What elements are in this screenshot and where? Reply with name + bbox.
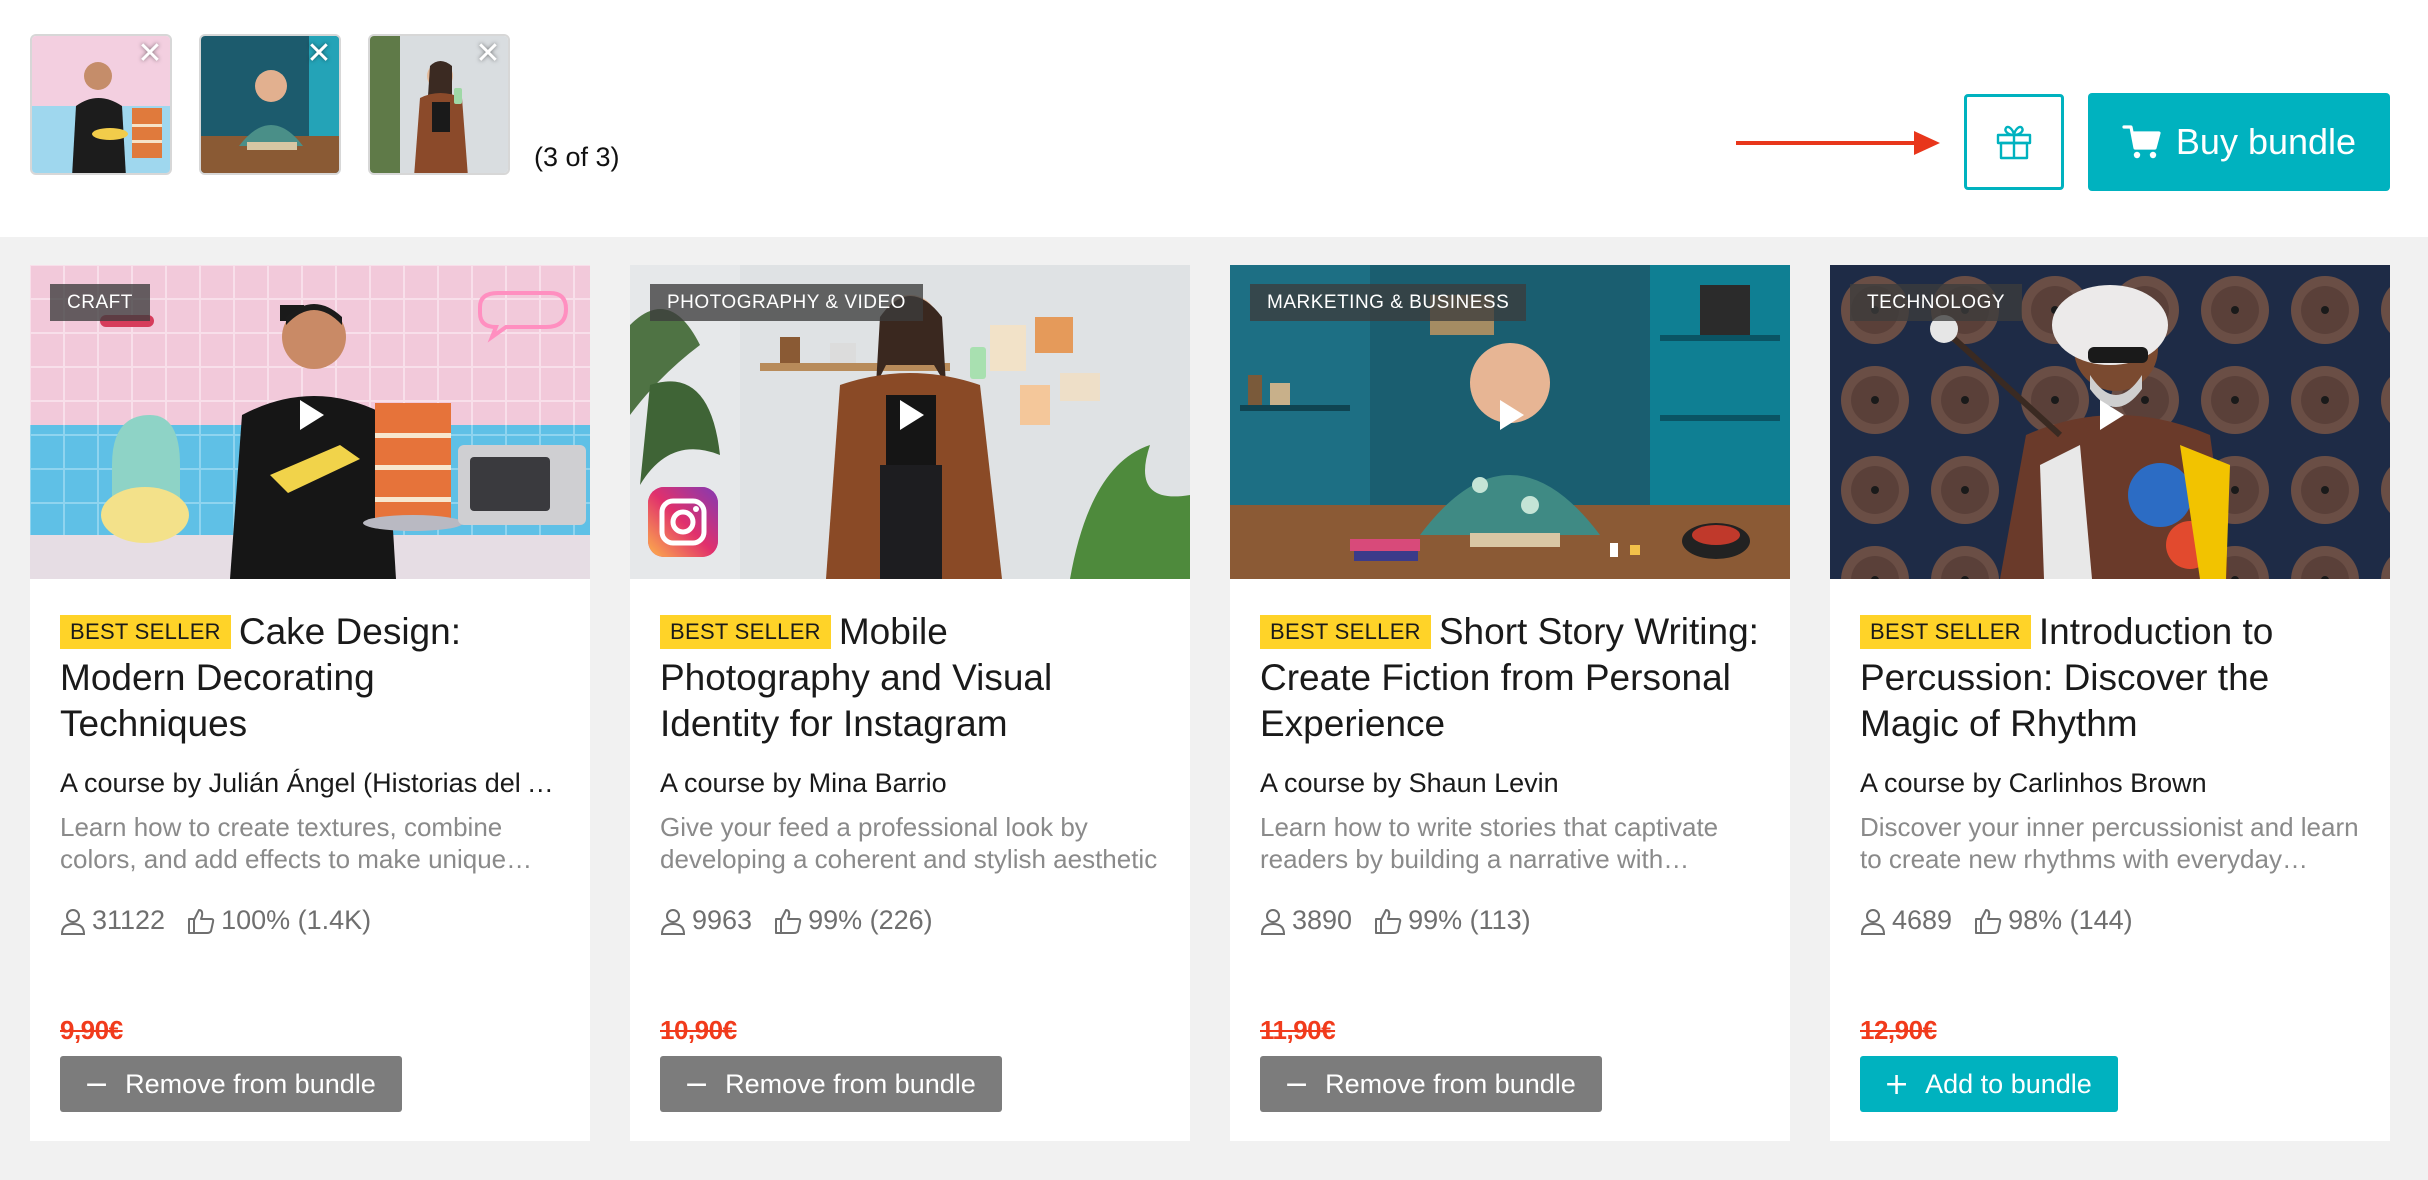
- add-to-bundle-button[interactable]: + Add to bundle: [1860, 1056, 2118, 1112]
- gift-button[interactable]: [1964, 94, 2064, 190]
- course-info: BEST SELLER Introduction to Percussion: D…: [1860, 609, 2360, 936]
- course-thumbnail[interactable]: MARKETING & BUSINESS: [1230, 265, 1790, 579]
- minus-icon: −: [1284, 1066, 1310, 1102]
- action-label: Remove from bundle: [1325, 1068, 1576, 1099]
- pointer-arrow-icon: [1736, 131, 1940, 155]
- course-info: BEST SELLER Mobile Photography and Visual…: [660, 609, 1160, 936]
- course-stats: 3890 99% (113): [1260, 905, 1760, 936]
- original-price: 11,90€: [1260, 1015, 1336, 1045]
- action-label: Remove from bundle: [725, 1068, 976, 1099]
- bundle-count: (3 of 3): [534, 142, 620, 172]
- course-card: TECHNOLOGY BEST SELLER Introduction to Pe…: [1830, 265, 2390, 1141]
- course-stats: 9963 99% (226): [660, 905, 1160, 936]
- buy-bundle-button[interactable]: Buy bundle: [2088, 93, 2390, 191]
- play-icon[interactable]: [1473, 378, 1547, 452]
- original-price: 9,90€: [60, 1015, 123, 1045]
- course-category: CRAFT: [50, 284, 150, 321]
- action-label: Remove from bundle: [125, 1068, 376, 1099]
- bundle-thumbnail-writing[interactable]: ✕: [199, 34, 341, 175]
- course-author: A course by Julián Ángel (Historias del …: [60, 768, 560, 798]
- students-count: 9963: [692, 905, 753, 935]
- rating-value: 98% (144): [2008, 905, 2133, 935]
- remove-thumbnail-close-icon[interactable]: ✕: [474, 39, 502, 69]
- rating-value: 99% (113): [1408, 905, 1531, 935]
- play-icon[interactable]: [273, 378, 347, 452]
- course-description: Give your feed a professional look by de…: [660, 812, 1158, 874]
- action-label: Add to bundle: [1925, 1068, 2092, 1099]
- remove-thumbnail-close-icon[interactable]: ✕: [136, 39, 164, 69]
- gift-icon: [1996, 125, 2032, 160]
- course-stats: 31122 100% (1.4K): [60, 905, 560, 936]
- bundle-thumbnail-photography[interactable]: ✕: [368, 34, 510, 175]
- play-icon[interactable]: [873, 378, 947, 452]
- play-icon[interactable]: [2073, 378, 2147, 452]
- bundle-thumbnails: ✕ ✕ ✕: [30, 34, 510, 175]
- original-price: 12,90€: [1860, 1015, 1937, 1045]
- buy-bundle-label: Buy bundle: [2175, 121, 2357, 162]
- best-seller-badge: BEST SELLER: [60, 615, 231, 649]
- remove-from-bundle-button[interactable]: − Remove from bundle: [60, 1056, 402, 1112]
- course-author: A course by Carlinhos Brown: [1860, 768, 2207, 798]
- thumbs-up-icon: [774, 907, 802, 935]
- course-author: A course by Mina Barrio: [660, 768, 947, 798]
- students-count: 4689: [1892, 905, 1953, 935]
- course-card: PHOTOGRAPHY & VIDEO BEST SELLER Mobile Ph…: [630, 265, 1190, 1141]
- course-thumbnail[interactable]: PHOTOGRAPHY & VIDEO: [630, 265, 1190, 579]
- user-icon: [1260, 907, 1286, 935]
- course-title[interactable]: BEST SELLER Introduction to Percussion: D…: [1860, 609, 2360, 747]
- course-thumbnail[interactable]: CRAFT: [30, 265, 590, 579]
- course-description: Learn how to create textures, combine co…: [60, 812, 507, 874]
- rating-value: 99% (226): [808, 905, 933, 935]
- original-price: 10,90€: [660, 1015, 737, 1045]
- thumbs-up-icon: [1974, 907, 2002, 935]
- course-thumbnail[interactable]: TECHNOLOGY: [1830, 265, 2390, 579]
- bundle-thumbnail-cake[interactable]: ✕: [30, 34, 172, 175]
- remove-thumbnail-close-icon[interactable]: ✕: [305, 39, 333, 69]
- cart-icon: [2122, 125, 2161, 159]
- course-description: Learn how to write stories that captivat…: [1260, 812, 1719, 874]
- remove-from-bundle-button[interactable]: − Remove from bundle: [660, 1056, 1002, 1112]
- course-title[interactable]: BEST SELLER Short Story Writing: Create F…: [1260, 609, 1760, 747]
- course-category: TECHNOLOGY: [1850, 284, 2023, 321]
- best-seller-badge: BEST SELLER: [1860, 615, 2031, 649]
- rating-value: 100% (1.4K): [221, 905, 372, 935]
- course-card: MARKETING & BUSINESS BEST SELLER Short St…: [1230, 265, 1790, 1141]
- course-category: MARKETING & BUSINESS: [1250, 284, 1527, 321]
- bundle-bar: ✕ ✕ ✕ (3 of 3) Buy bundle: [0, 0, 2428, 237]
- thumbs-up-icon: [187, 907, 215, 935]
- thumbs-up-icon: [1374, 907, 1402, 935]
- best-seller-badge: BEST SELLER: [660, 615, 831, 649]
- students-count: 31122: [92, 905, 166, 935]
- best-seller-badge: BEST SELLER: [1260, 615, 1431, 649]
- minus-icon: −: [84, 1066, 110, 1102]
- user-icon: [60, 907, 86, 935]
- course-author: A course by Shaun Levin: [1260, 768, 1559, 798]
- course-stats: 4689 98% (144): [1860, 905, 2360, 936]
- students-count: 3890: [1292, 905, 1353, 935]
- course-card: CRAFT BEST SELLER Cake Design: Modern Dec…: [30, 265, 590, 1141]
- course-category: PHOTOGRAPHY & VIDEO: [650, 284, 923, 321]
- course-info: BEST SELLER Cake Design: Modern Decoratin…: [60, 609, 560, 936]
- plus-icon: +: [1884, 1066, 1910, 1102]
- user-icon: [660, 907, 686, 935]
- course-title[interactable]: BEST SELLER Mobile Photography and Visual…: [660, 609, 1160, 747]
- minus-icon: −: [684, 1066, 710, 1102]
- remove-from-bundle-button[interactable]: − Remove from bundle: [1260, 1056, 1602, 1112]
- user-icon: [1860, 907, 1886, 935]
- course-description: Discover your inner percussionist and le…: [1860, 812, 2359, 874]
- course-title[interactable]: BEST SELLER Cake Design: Modern Decoratin…: [60, 609, 560, 747]
- course-info: BEST SELLER Short Story Writing: Create F…: [1260, 609, 1760, 936]
